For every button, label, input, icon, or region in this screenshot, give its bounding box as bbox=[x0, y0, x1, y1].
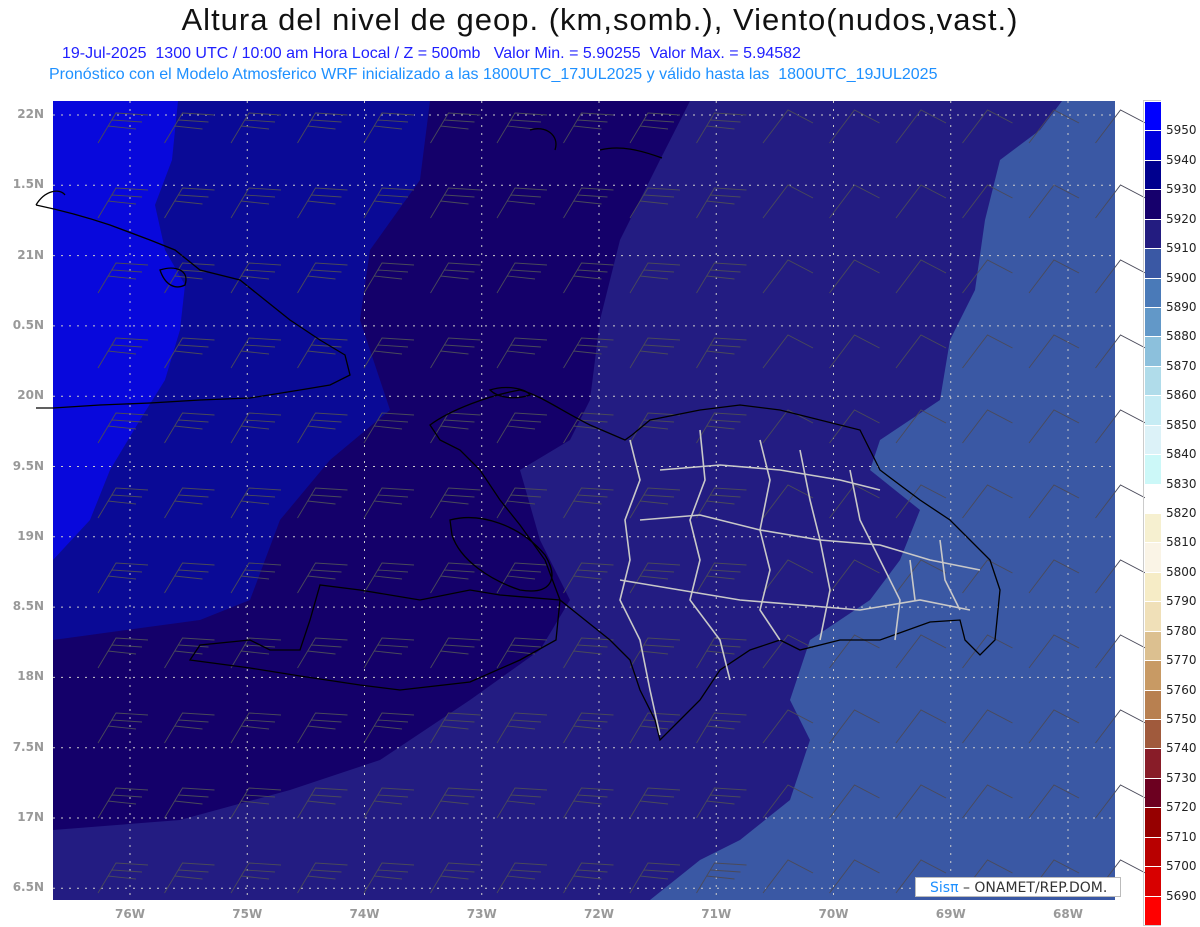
lon-label: 75W bbox=[232, 907, 263, 921]
lon-label: 73W bbox=[466, 907, 497, 921]
colorbar-label: 5780 bbox=[1166, 623, 1197, 638]
colorbar-swatch bbox=[1145, 777, 1161, 808]
lat-label: 0.5N bbox=[12, 317, 44, 332]
lat-label: 19N bbox=[17, 528, 44, 543]
lat-label: 1.5N bbox=[12, 177, 44, 192]
colorbar-swatch bbox=[1145, 660, 1161, 690]
colorbar-swatch bbox=[1145, 218, 1161, 249]
lat-label: 9.5N bbox=[12, 458, 44, 473]
colorbar-label: 5840 bbox=[1166, 447, 1197, 462]
colorbar-label: 5930 bbox=[1166, 182, 1197, 197]
colorbar-swatch bbox=[1145, 189, 1161, 219]
lat-label: 22N bbox=[17, 107, 44, 121]
colorbar-label: 5740 bbox=[1166, 741, 1197, 756]
colorbar-swatch bbox=[1145, 307, 1161, 337]
colorbar-label: 5920 bbox=[1166, 211, 1197, 226]
colorbar-swatch bbox=[1145, 365, 1161, 396]
colorbar-label: 5690 bbox=[1166, 888, 1197, 903]
colorbar-swatch bbox=[1145, 336, 1161, 366]
credit-box: Sisπ – ONAMET/REP.DOM. bbox=[915, 877, 1121, 897]
colorbar-label: 5890 bbox=[1166, 300, 1197, 314]
colorbar-swatch bbox=[1145, 513, 1161, 543]
map-subtitle: 19-Jul-2025 1300 UTC / 10:00 am Hora Loc… bbox=[62, 45, 801, 62]
colorbar-label: 5860 bbox=[1166, 388, 1197, 403]
colorbar-swatch bbox=[1145, 866, 1161, 896]
colorbar-swatch bbox=[1145, 159, 1161, 190]
geopotential-map bbox=[35, 101, 1146, 900]
colorbar-label: 5830 bbox=[1166, 476, 1197, 491]
colorbar-swatch bbox=[1145, 248, 1161, 278]
credit-brand: Sisπ bbox=[930, 880, 959, 896]
colorbar-label: 5730 bbox=[1166, 770, 1197, 785]
colorbar-swatch bbox=[1145, 277, 1161, 307]
colorbar-label: 5720 bbox=[1166, 800, 1197, 815]
lon-label: 68W bbox=[1053, 907, 1083, 921]
colorbar-label: 5880 bbox=[1166, 329, 1197, 344]
colorbar-label: 5910 bbox=[1166, 241, 1197, 256]
lat-label: 6.5N bbox=[12, 880, 44, 895]
colorbar-swatch bbox=[1145, 895, 1161, 925]
colorbar-swatch bbox=[1145, 601, 1161, 631]
lon-label: 72W bbox=[584, 907, 614, 921]
lon-label: 70W bbox=[818, 907, 849, 921]
colorbar-label: 5950 bbox=[1166, 123, 1197, 138]
lat-label: 7.5N bbox=[12, 739, 44, 754]
colorbar-swatch bbox=[1145, 836, 1161, 867]
colorbar-swatch bbox=[1145, 719, 1161, 749]
colorbar-label: 5870 bbox=[1166, 358, 1197, 373]
colorbar-swatch bbox=[1145, 807, 1161, 837]
lon-label: 74W bbox=[349, 907, 380, 921]
colorbar-label: 5700 bbox=[1166, 859, 1197, 874]
colorbar-swatch bbox=[1145, 689, 1161, 719]
colorbar-label: 5790 bbox=[1166, 594, 1197, 609]
map-title: Altura del nivel de geop. (km,somb.), Vi… bbox=[181, 2, 1019, 37]
colorbar-label: 5940 bbox=[1166, 152, 1197, 167]
colorbar-swatch bbox=[1145, 130, 1161, 160]
colorbar-swatch bbox=[1145, 630, 1161, 661]
colorbar-label: 5760 bbox=[1166, 682, 1197, 697]
model-info: Pronóstico con el Modelo Atmosferico WRF… bbox=[49, 66, 938, 83]
colorbar-label: 5850 bbox=[1166, 417, 1197, 432]
colorbar-label: 5900 bbox=[1166, 270, 1197, 285]
colorbar-swatch bbox=[1145, 542, 1161, 572]
colorbar-swatch bbox=[1145, 424, 1161, 455]
lat-label: 21N bbox=[17, 247, 44, 262]
colorbar-swatch bbox=[1145, 101, 1161, 131]
lon-label: 76W bbox=[115, 907, 145, 921]
lat-label: 18N bbox=[17, 669, 44, 684]
colorbar-label: 5770 bbox=[1166, 653, 1197, 668]
colorbar-swatch bbox=[1145, 483, 1161, 513]
colorbar-swatch bbox=[1145, 395, 1161, 425]
lon-label: 71W bbox=[701, 907, 732, 921]
colorbar-label: 5800 bbox=[1166, 564, 1197, 579]
colorbar-label: 5810 bbox=[1166, 535, 1197, 550]
colorbar-label: 5820 bbox=[1166, 506, 1197, 520]
lat-label: 20N bbox=[17, 388, 44, 403]
lat-label: 8.5N bbox=[12, 599, 44, 614]
colorbar-swatch bbox=[1145, 748, 1161, 778]
colorbar-swatch bbox=[1145, 454, 1161, 484]
colorbar-label: 5750 bbox=[1166, 712, 1197, 726]
lat-label: 17N bbox=[17, 810, 44, 824]
credit-text: – ONAMET/REP.DOM. bbox=[958, 880, 1108, 896]
colorbar-swatch bbox=[1145, 571, 1161, 602]
colorbar-label: 5710 bbox=[1166, 829, 1197, 844]
lon-label: 69W bbox=[935, 907, 966, 921]
